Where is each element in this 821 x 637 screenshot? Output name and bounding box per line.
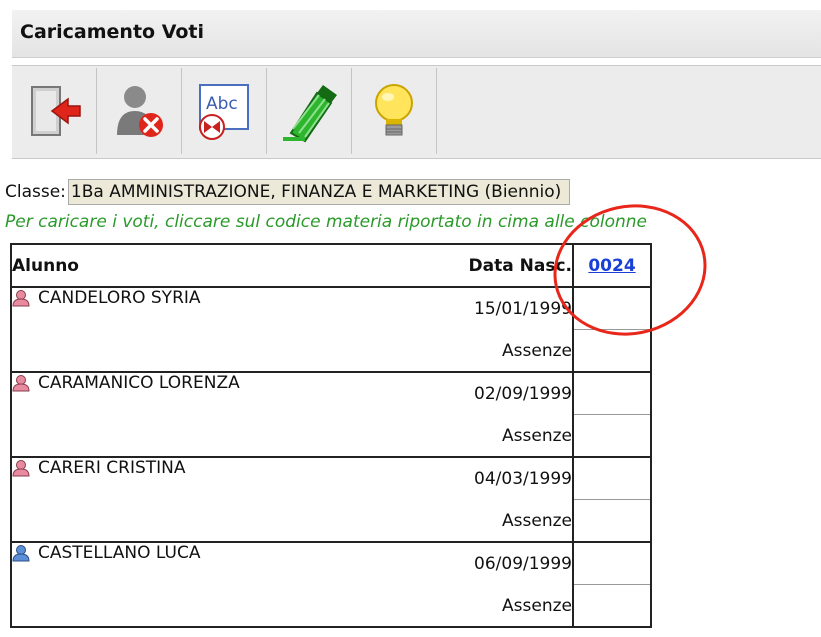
absence-label: Assenze: [422, 499, 573, 543]
spellcheck-icon: Abc: [199, 84, 249, 140]
classe-label: Classe:: [5, 182, 66, 202]
page-title: Caricamento Voti: [20, 21, 205, 43]
absence-label: Assenze: [422, 329, 573, 373]
birth-date: 04/03/1999: [422, 457, 573, 500]
highlighter-button[interactable]: [267, 68, 352, 154]
absence-label: Assenze: [422, 584, 573, 628]
absence-cell[interactable]: [572, 414, 652, 458]
student-name-cell: CARAMANICO LORENZA: [10, 372, 422, 458]
grade-cell[interactable]: [572, 372, 652, 415]
exit-button[interactable]: [12, 68, 97, 154]
student-name: CANDELORO SYRIA: [38, 288, 201, 308]
table-row: CASTELLANO LUCA 06/09/1999: [10, 542, 652, 628]
student-name: CASTELLANO LUCA: [38, 543, 201, 563]
svg-text:Abc: Abc: [206, 94, 238, 114]
window-title-bar: Caricamento Voti: [12, 10, 821, 58]
table-row: CARAMANICO LORENZA 02/09/1999: [10, 372, 652, 458]
toolbar: Abc: [12, 65, 821, 159]
birth-date: 15/01/1999: [422, 287, 573, 330]
birth-date: 06/09/1999: [422, 542, 573, 585]
table-row: CANDELORO SYRIA 15/01/1999: [10, 287, 652, 373]
header-subject-code: 0024: [572, 243, 652, 288]
hint-button[interactable]: [352, 68, 437, 154]
absence-label: Assenze: [422, 414, 573, 458]
student-name-cell: CASTELLANO LUCA: [10, 542, 422, 628]
exit-door-icon: [31, 86, 81, 136]
grade-cell[interactable]: [572, 457, 652, 500]
spellcheck-button[interactable]: Abc: [182, 68, 267, 154]
student-name: CARERI CRISTINA: [38, 458, 186, 478]
header-alunno: Alunno: [10, 243, 422, 288]
subject-code-link[interactable]: 0024: [588, 256, 635, 276]
header-data-nascita: Data Nasc.: [422, 243, 574, 288]
absence-cell[interactable]: [572, 584, 652, 628]
highlighter-icon: [283, 85, 337, 143]
student-female-icon: [12, 375, 30, 392]
student-female-icon: [12, 460, 30, 477]
student-name: CARAMANICO LORENZA: [38, 373, 240, 393]
student-female-icon: [12, 290, 30, 307]
grades-table: Alunno Data Nasc. 0024 CANDELORO SYRIA 1…: [10, 243, 652, 628]
classe-value: 1Ba AMMINISTRAZIONE, FINANZA E MARKETING…: [67, 179, 571, 205]
grade-cell[interactable]: [572, 542, 652, 585]
instruction-text: Per caricare i voti, cliccare sul codice…: [5, 212, 648, 232]
student-male-icon: [12, 545, 30, 562]
delete-user-button[interactable]: [97, 68, 182, 154]
birth-date: 02/09/1999: [422, 372, 573, 415]
classe-row: Classe: 1Ba AMMINISTRAZIONE, FINANZA E M…: [5, 178, 571, 206]
lightbulb-icon: [375, 84, 413, 136]
absence-cell[interactable]: [572, 499, 652, 543]
grade-cell[interactable]: [572, 287, 652, 330]
absence-cell[interactable]: [572, 329, 652, 373]
table-header-row: Alunno Data Nasc. 0024: [10, 243, 652, 288]
table-row: CARERI CRISTINA 04/03/1999: [10, 457, 652, 543]
student-name-cell: CANDELORO SYRIA: [10, 287, 422, 373]
student-name-cell: CARERI CRISTINA: [10, 457, 422, 543]
user-delete-icon: [117, 86, 163, 137]
